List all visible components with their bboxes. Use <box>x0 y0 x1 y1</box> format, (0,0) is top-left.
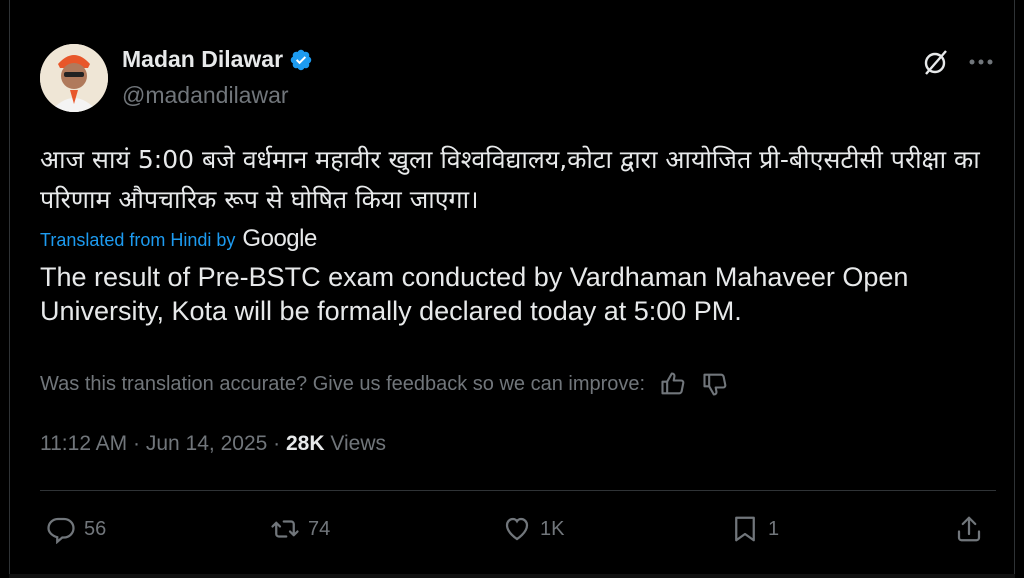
verified-badge-icon <box>290 49 312 70</box>
author-name[interactable]: Madan Dilawar <box>122 46 283 73</box>
like-icon <box>505 517 529 541</box>
post-time[interactable]: 11:12 AM <box>40 432 127 455</box>
translated-from-link[interactable]: Translated from Hindi by <box>40 230 235 251</box>
thumbs-down-icon[interactable] <box>701 370 729 398</box>
repost-icon <box>271 520 299 538</box>
repost-count: 74 <box>308 517 331 540</box>
bookmark-count: 1 <box>768 517 780 540</box>
bookmark-button[interactable]: 1 <box>730 514 779 544</box>
divider <box>40 490 996 491</box>
translation-feedback: Was this translation accurate? Give us f… <box>40 370 729 398</box>
share-button[interactable] <box>954 514 984 544</box>
more-icon[interactable] <box>964 48 998 76</box>
bottom-border <box>9 574 1015 578</box>
meta-separator: · <box>273 432 281 455</box>
feedback-prompt: Was this translation accurate? Give us f… <box>40 372 646 395</box>
like-button[interactable]: 1K <box>502 514 564 544</box>
post-original-text: आज सायं 5:00 बजे वर्धमान महावीर खुला विश… <box>40 145 980 214</box>
author-handle[interactable]: @madandilawar <box>122 82 289 109</box>
post-card: Madan Dilawar @madandilawar आज सायं 5:00… <box>9 0 1015 578</box>
post-translated-text: The result of Pre-BSTC exam conducted by… <box>40 262 909 326</box>
reply-icon <box>47 517 75 544</box>
grok-icon[interactable] <box>920 48 950 78</box>
meta-separator: · <box>133 432 141 455</box>
avatar[interactable] <box>40 44 108 112</box>
share-icon <box>957 516 981 542</box>
post-date[interactable]: Jun 14, 2025 <box>146 432 267 455</box>
bookmark-icon <box>735 516 755 542</box>
reply-button[interactable]: 56 <box>46 514 106 544</box>
avatar-image <box>40 44 108 112</box>
action-bar: 56 74 1K 1 <box>40 506 990 556</box>
thumbs-up-icon[interactable] <box>659 370 687 398</box>
reply-count: 56 <box>84 517 107 540</box>
like-count: 1K <box>540 517 565 540</box>
post-metadata: 11:12 AM · Jun 14, 2025 · 28K Views <box>40 432 386 456</box>
views-label: Views <box>330 432 386 455</box>
translation-attribution: Translated from Hindi by Google <box>40 225 317 253</box>
google-logo: Google <box>242 225 317 252</box>
repost-button[interactable]: 74 <box>270 514 330 544</box>
views-count: 28K <box>285 432 325 455</box>
